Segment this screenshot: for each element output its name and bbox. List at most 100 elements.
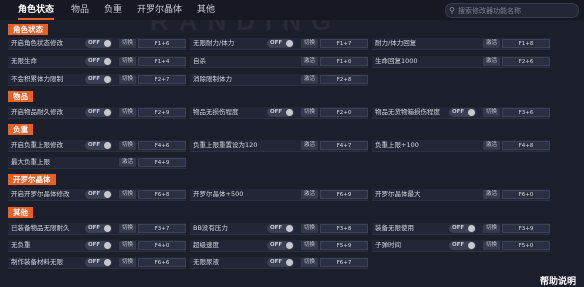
cheat-label: 开罗尔晶体+500 [193,190,244,198]
toggle-switch[interactable]: OFF [85,141,112,150]
toggle-switch[interactable]: OFF [85,75,112,84]
action-button[interactable]: 激活 [301,141,318,150]
action-button[interactable]: 切换 [301,39,318,48]
toggle-label: OFF [88,76,101,82]
hotkey-field[interactable]: F3+9 [502,224,550,233]
action-button[interactable]: 切换 [119,39,136,48]
search-box[interactable]: ⚲ [445,3,579,18]
toggle-switch[interactable]: OFF [449,224,476,233]
action-button[interactable]: 切换 [119,241,136,250]
toggle-switch[interactable]: OFF [85,190,112,199]
action-button[interactable]: 激活 [483,39,500,48]
action-button[interactable]: 切换 [119,224,136,233]
hotkey-field[interactable]: F1+8 [502,39,550,48]
toggle-switch[interactable]: OFF [267,39,294,48]
toggle-switch[interactable]: OFF [85,224,112,233]
hotkey-field[interactable]: F1+7 [320,39,368,48]
cheat-row: 开启负重上限修改 OFF 切换 F4+6 [8,140,186,152]
action-button[interactable]: 切换 [119,108,136,117]
cheat-row: 开罗尔晶体最大 激活 F6+0 [372,189,550,201]
hotkey-field[interactable]: F6+8 [138,190,186,199]
hotkey-field[interactable]: F2+0 [320,108,368,117]
toggle-knob [104,191,111,198]
toggle-switch[interactable]: OFF [85,108,112,117]
hotkey-field[interactable]: F1+4 [138,57,186,66]
hotkey-field[interactable]: F3+7 [138,224,186,233]
action-button[interactable]: 激活 [301,75,318,84]
cheat-row: 消除限制体力 激活 F2+8 [190,74,368,86]
toggle-switch[interactable]: OFF [449,241,476,250]
section-header-items: 物品 [8,91,33,102]
hotkey-field[interactable]: F6+7 [320,258,368,267]
hotkey-field[interactable]: F4+7 [320,141,368,150]
toggle-switch[interactable]: OFF [267,258,294,267]
action-button[interactable]: 切换 [301,224,318,233]
toggle-switch[interactable]: OFF [85,57,112,66]
action-button[interactable]: 切换 [119,141,136,150]
cheat-label: 最大负重上限 [11,158,50,166]
hotkey-field[interactable]: F5+9 [320,241,368,250]
cheat-row: 无限耐力/体力 OFF 切换 F1+7 [190,38,368,50]
hotkey-field[interactable]: F3+8 [320,224,368,233]
action-button[interactable]: 激活 [119,158,136,167]
tab-items[interactable]: 物品 [71,2,89,18]
action-button[interactable]: 切换 [483,241,500,250]
toggle-knob [104,109,111,116]
section-header-other: 其他 [8,207,33,218]
action-button[interactable]: 切换 [301,108,318,117]
help-button[interactable]: 帮助说明 [540,274,576,287]
action-button[interactable]: 切换 [119,57,136,66]
toggle-switch[interactable]: OFF [85,241,112,250]
tab-weight[interactable]: 负重 [104,2,122,18]
action-button[interactable]: 切换 [119,190,136,199]
toggle-switch[interactable]: OFF [267,108,294,117]
action-button[interactable]: 切换 [301,258,318,267]
hotkey-field[interactable]: F3+6 [502,108,550,117]
toggle-switch[interactable]: OFF [267,224,294,233]
hotkey-field[interactable]: F6+6 [138,258,186,267]
hotkey-field[interactable]: F4+0 [138,241,186,250]
hotkey-field[interactable]: F5+0 [502,241,550,250]
toggle-label: OFF [270,242,283,248]
action-button[interactable]: 激活 [301,190,318,199]
action-button[interactable]: 切换 [301,241,318,250]
toggle-switch[interactable]: OFF [449,108,476,117]
toggle-knob [286,242,293,249]
tab-chiral-crystal[interactable]: 开罗尔晶体 [137,2,182,18]
cheat-row: 已装备物品无限耐久 OFF 切换 F3+7 [8,223,186,235]
hotkey-field[interactable]: F6+0 [502,190,550,199]
hotkey-field[interactable]: F1+0 [320,57,368,66]
cheat-row: 物品无货物箱损伤程度 OFF 切换 F3+6 [372,107,550,119]
action-button[interactable]: 切换 [483,108,500,117]
action-button[interactable]: 激活 [483,57,500,66]
toggle-label: OFF [88,225,101,231]
search-input[interactable] [458,6,573,15]
cheat-label: 开启角色状态修改 [11,39,63,47]
tab-other[interactable]: 其他 [197,2,215,18]
tab-character-status[interactable]: 角色状态 [18,2,55,20]
hotkey-field[interactable]: F4+6 [138,141,186,150]
toggle-switch[interactable]: OFF [85,39,112,48]
toggle-label: OFF [88,142,101,148]
action-button[interactable]: 切换 [483,224,500,233]
hotkey-field[interactable]: F4+9 [138,158,186,167]
hotkey-field[interactable]: F1+6 [138,39,186,48]
hotkey-field[interactable]: F2+6 [502,57,550,66]
action-button[interactable]: 激活 [483,141,500,150]
toggle-switch[interactable]: OFF [267,241,294,250]
action-button[interactable]: 切换 [119,258,136,267]
action-button[interactable]: 切换 [119,75,136,84]
action-button[interactable]: 激活 [301,57,318,66]
hotkey-field[interactable]: F2+8 [320,75,368,84]
hotkey-field[interactable]: F2+7 [138,75,186,84]
hotkey-field[interactable]: F4+8 [502,141,550,150]
hotkey-field[interactable]: F6+9 [320,190,368,199]
toggle-label: OFF [452,109,465,115]
toggle-switch[interactable]: OFF [85,258,112,267]
cheat-label: 负重上限+100 [375,141,419,149]
hotkey-field[interactable]: F2+9 [138,108,186,117]
cheat-label: 装备无限使用 [375,224,414,232]
cheat-label: 无限生命 [11,57,37,65]
cheat-label: 生命回复1000 [375,57,418,65]
action-button[interactable]: 激活 [483,190,500,199]
